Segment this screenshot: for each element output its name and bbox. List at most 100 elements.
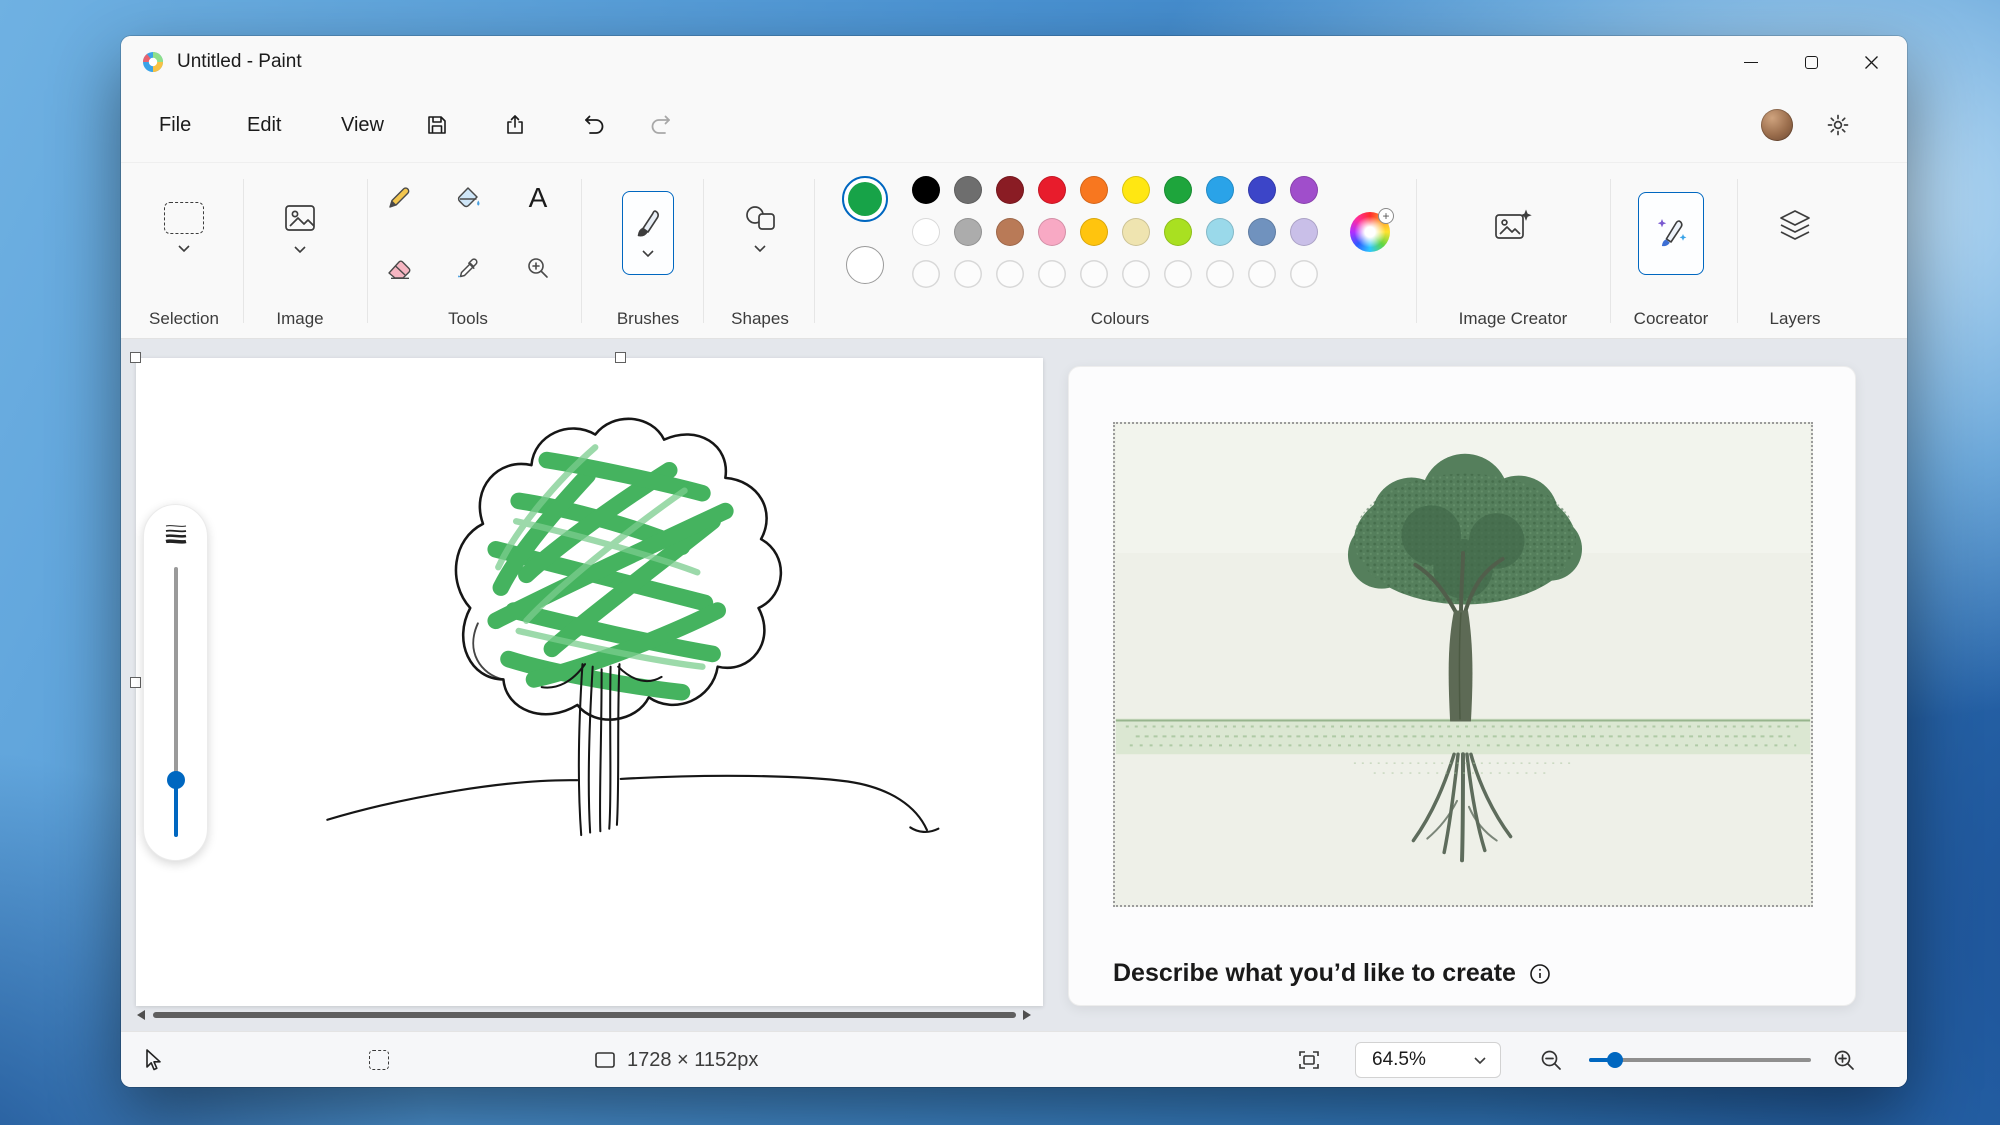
brush-icon — [633, 208, 663, 242]
brushes-button[interactable] — [622, 191, 674, 275]
chevron-down-icon — [293, 245, 307, 254]
eraser-tool-button[interactable] — [382, 251, 416, 285]
colour-swatch[interactable] — [1206, 176, 1234, 204]
menu-file[interactable]: File — [149, 88, 201, 162]
colour-swatch[interactable] — [1122, 218, 1150, 246]
colour-swatch-empty[interactable] — [1206, 260, 1234, 288]
ribbon-group-label-image-creator: Image Creator — [1459, 309, 1568, 329]
pencil-tool-button[interactable] — [382, 181, 416, 215]
colour-swatch[interactable] — [1080, 176, 1108, 204]
selection-tool-button[interactable] — [144, 179, 224, 275]
colour-swatch-empty[interactable] — [1290, 260, 1318, 288]
layers-icon — [1775, 208, 1815, 244]
colour-swatch[interactable] — [912, 176, 940, 204]
colour-palette — [912, 176, 1318, 288]
horizontal-scrollbar[interactable] — [153, 1012, 1016, 1018]
text-tool-button[interactable]: A — [521, 181, 555, 215]
colour-swatch-empty[interactable] — [912, 260, 940, 288]
colour-swatch[interactable] — [1080, 218, 1108, 246]
group-divider — [367, 179, 368, 323]
settings-button[interactable] — [1816, 88, 1860, 162]
colour-swatch[interactable] — [996, 176, 1024, 204]
cursor-icon — [141, 1048, 163, 1072]
colour-swatch[interactable] — [1164, 218, 1192, 246]
zoom-level-dropdown[interactable]: 64.5% — [1355, 1042, 1501, 1078]
colour-swatch-empty[interactable] — [1080, 260, 1108, 288]
window-controls — [1721, 36, 1901, 88]
info-icon[interactable] — [1528, 962, 1552, 986]
layers-button[interactable] — [1745, 183, 1845, 269]
colour-swatch-empty[interactable] — [1122, 260, 1150, 288]
colour-swatch[interactable] — [912, 218, 940, 246]
close-icon — [1864, 55, 1879, 70]
brush-size-track[interactable] — [174, 567, 178, 837]
ribbon-group-label-layers: Layers — [1769, 309, 1820, 329]
fit-to-screen-button[interactable] — [1297, 1032, 1321, 1087]
colour-swatch[interactable] — [1038, 176, 1066, 204]
maximize-button[interactable] — [1781, 36, 1841, 88]
account-avatar[interactable] — [1761, 109, 1793, 141]
colour-swatch[interactable] — [1038, 218, 1066, 246]
colour-swatch[interactable] — [1164, 176, 1192, 204]
image-tool-button[interactable] — [260, 179, 340, 275]
colour-swatch[interactable] — [954, 176, 982, 204]
undo-button[interactable] — [571, 88, 615, 162]
group-divider — [1416, 179, 1417, 323]
close-button[interactable] — [1841, 36, 1901, 88]
menu-edit[interactable]: Edit — [237, 88, 291, 162]
colour-swatch-empty[interactable] — [954, 260, 982, 288]
zoom-in-button[interactable] — [1831, 1032, 1857, 1087]
title-bar: Untitled - Paint — [121, 36, 1907, 88]
ribbon-group-label-colours: Colours — [1091, 309, 1150, 329]
minimize-button[interactable] — [1721, 36, 1781, 88]
cocreator-preview-image[interactable] — [1113, 422, 1813, 907]
edit-colours-button[interactable]: + — [1350, 212, 1390, 252]
scroll-right-arrow[interactable] — [1023, 1010, 1031, 1020]
colour-swatch[interactable] — [1206, 218, 1234, 246]
save-button[interactable] — [415, 88, 459, 162]
share-button[interactable] — [493, 88, 537, 162]
colour-swatch[interactable] — [1290, 176, 1318, 204]
scroll-left-arrow[interactable] — [137, 1010, 145, 1020]
colour-swatch-empty[interactable] — [1038, 260, 1066, 288]
cocreator-button[interactable] — [1638, 192, 1704, 275]
magnifier-icon — [525, 255, 551, 281]
magnifier-tool-button[interactable] — [521, 251, 555, 285]
colour-swatch[interactable] — [1248, 176, 1276, 204]
cocreator-prompt-label: Describe what you’d like to create — [1113, 959, 1516, 988]
canvas-resize-handle-top-left[interactable] — [130, 352, 141, 363]
shapes-button[interactable] — [720, 179, 800, 275]
colour-swatch[interactable] — [1122, 176, 1150, 204]
colour-swatch-empty[interactable] — [1248, 260, 1276, 288]
menu-view[interactable]: View — [331, 88, 394, 162]
paint-window: Untitled - Paint File Edit View — [121, 36, 1907, 1087]
selection-status-icon — [369, 1050, 389, 1070]
image-creator-button[interactable] — [1463, 183, 1563, 269]
eraser-icon — [385, 255, 413, 281]
fill-tool-button[interactable] — [452, 181, 486, 215]
colour-swatch[interactable] — [996, 218, 1024, 246]
zoom-out-button[interactable] — [1538, 1032, 1564, 1087]
menu-bar: File Edit View — [121, 88, 1907, 162]
add-colour-icon: + — [1378, 208, 1394, 224]
image-creator-icon — [1492, 207, 1534, 245]
primary-colour-swatch[interactable] — [842, 176, 888, 222]
color-picker-tool-button[interactable] — [452, 251, 486, 285]
ribbon-group-label-tools: Tools — [448, 309, 488, 329]
canvas-resize-handle-left-center[interactable] — [130, 677, 141, 688]
colour-swatch[interactable] — [1248, 218, 1276, 246]
group-divider — [1737, 179, 1738, 323]
colour-swatch[interactable] — [1290, 218, 1318, 246]
colour-swatch-empty[interactable] — [1164, 260, 1192, 288]
redo-button[interactable] — [640, 88, 684, 162]
drawing-canvas[interactable] — [136, 358, 1043, 1006]
chevron-down-icon — [177, 244, 191, 253]
secondary-colour-swatch[interactable] — [846, 246, 884, 284]
canvas-resize-handle-top-center[interactable] — [615, 352, 626, 363]
zoom-in-icon — [1831, 1047, 1857, 1073]
brush-size-thumb[interactable] — [167, 771, 185, 789]
zoom-slider-thumb[interactable] — [1607, 1052, 1623, 1068]
colour-swatch[interactable] — [954, 218, 982, 246]
canvas-size-value: 1728 × 1152px — [627, 1032, 758, 1087]
colour-swatch-empty[interactable] — [996, 260, 1024, 288]
